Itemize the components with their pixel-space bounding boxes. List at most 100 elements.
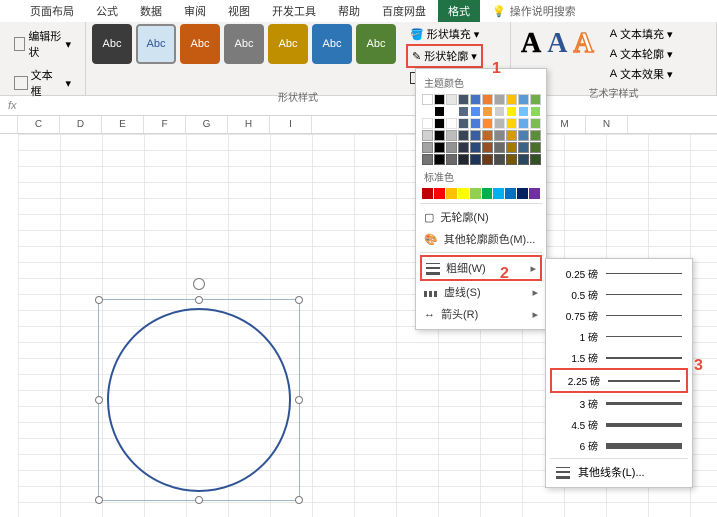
color-swatch[interactable] [518,142,529,153]
color-swatch[interactable] [470,94,481,105]
weight-0-75[interactable]: 0.75 磅 [550,305,688,326]
color-swatch[interactable] [482,118,493,129]
shape-style-1[interactable]: Abc [92,24,132,64]
color-swatch[interactable] [494,130,505,141]
color-swatch[interactable] [422,106,433,117]
wordart-style-2[interactable]: A [547,28,567,60]
color-swatch[interactable] [505,188,516,199]
color-swatch[interactable] [530,106,541,117]
color-swatch[interactable] [482,142,493,153]
more-colors-item[interactable]: 🎨其他轮廓颜色(M)... [420,228,542,250]
color-swatch[interactable] [422,188,433,199]
color-swatch[interactable] [506,130,517,141]
resize-handle[interactable] [195,496,203,504]
color-swatch[interactable] [518,94,529,105]
color-swatch[interactable] [518,154,529,165]
color-swatch[interactable] [494,94,505,105]
theme-color-grid[interactable] [420,92,542,167]
weight-6[interactable]: 6 磅 [550,435,688,456]
resize-handle[interactable] [95,396,103,404]
color-swatch[interactable] [446,118,457,129]
color-swatch[interactable] [506,142,517,153]
resize-handle[interactable] [95,496,103,504]
shape-style-4[interactable]: Abc [224,24,264,64]
color-swatch[interactable] [470,142,481,153]
color-swatch[interactable] [458,118,469,129]
text-fill-button[interactable]: A文本填充 ▾ [606,24,677,44]
more-lines-item[interactable]: 其他线条(L)... [550,461,688,483]
color-swatch[interactable] [470,154,481,165]
weight-1-5[interactable]: 1.5 磅 [550,347,688,368]
color-swatch[interactable] [458,106,469,117]
selected-circle-shape[interactable] [98,299,300,501]
no-outline-item[interactable]: ▢无轮廓(N) [420,206,542,228]
color-swatch[interactable] [530,118,541,129]
shape-outline-button[interactable]: ✎形状轮廓 ▾ [406,44,483,68]
color-swatch[interactable] [493,188,504,199]
resize-handle[interactable] [295,296,303,304]
shape-style-6[interactable]: Abc [312,24,352,64]
color-swatch[interactable] [494,106,505,117]
arrows-item[interactable]: ↔箭头(R)▸ [420,303,542,325]
shape-style-2[interactable]: Abc [136,24,176,64]
text-box-button[interactable]: 文本框 ▾ [10,65,75,101]
color-swatch[interactable] [446,142,457,153]
color-swatch[interactable] [446,106,457,117]
weight-2-25[interactable]: 2.25 磅 [550,368,688,393]
color-swatch[interactable] [529,188,540,199]
weight-4-5[interactable]: 4.5 磅 [550,414,688,435]
text-outline-button[interactable]: A文本轮廓 ▾ [606,44,677,64]
color-swatch[interactable] [470,130,481,141]
color-swatch[interactable] [518,106,529,117]
resize-handle[interactable] [95,296,103,304]
tab-view[interactable]: 视图 [218,0,260,22]
weight-0-5[interactable]: 0.5 磅 [550,284,688,305]
shape-style-3[interactable]: Abc [180,24,220,64]
tab-review[interactable]: 审阅 [174,0,216,22]
resize-handle[interactable] [295,396,303,404]
color-swatch[interactable] [434,154,445,165]
color-swatch[interactable] [446,94,457,105]
color-swatch[interactable] [422,118,433,129]
color-swatch[interactable] [482,106,493,117]
shape-style-7[interactable]: Abc [356,24,396,64]
color-swatch[interactable] [518,118,529,129]
color-swatch[interactable] [434,118,445,129]
color-swatch[interactable] [446,154,457,165]
color-swatch[interactable] [458,188,469,199]
color-swatch[interactable] [434,106,445,117]
color-swatch[interactable] [434,142,445,153]
color-swatch[interactable] [470,118,481,129]
color-swatch[interactable] [494,154,505,165]
color-swatch[interactable] [506,94,517,105]
color-swatch[interactable] [517,188,528,199]
color-swatch[interactable] [422,130,433,141]
color-swatch[interactable] [494,142,505,153]
color-swatch[interactable] [422,154,433,165]
color-swatch[interactable] [530,94,541,105]
color-swatch[interactable] [434,188,445,199]
color-swatch[interactable] [482,94,493,105]
tab-help[interactable]: 帮助 [328,0,370,22]
tell-me-search[interactable]: 💡操作说明搜索 [482,0,586,22]
color-swatch[interactable] [446,130,457,141]
edit-shape-button[interactable]: 编辑形状 ▾ [10,26,75,62]
tab-layout[interactable]: 页面布局 [20,0,84,22]
tab-formula[interactable]: 公式 [86,0,128,22]
color-swatch[interactable] [470,106,481,117]
color-swatch[interactable] [458,142,469,153]
color-swatch[interactable] [434,130,445,141]
standard-color-row[interactable] [420,186,542,201]
color-swatch[interactable] [422,94,433,105]
weight-item[interactable]: 粗细(W)▸ [420,255,542,281]
color-swatch[interactable] [458,154,469,165]
color-swatch[interactable] [506,118,517,129]
wordart-style-3[interactable]: A [573,28,593,60]
shape-fill-button[interactable]: 🪣形状填充 ▾ [406,24,483,44]
dashes-item[interactable]: 虚线(S)▸ [420,281,542,303]
text-effects-button[interactable]: A文本效果 ▾ [606,64,677,84]
color-swatch[interactable] [506,106,517,117]
color-swatch[interactable] [482,188,493,199]
color-swatch[interactable] [530,130,541,141]
weight-0-25[interactable]: 0.25 磅 [550,263,688,284]
